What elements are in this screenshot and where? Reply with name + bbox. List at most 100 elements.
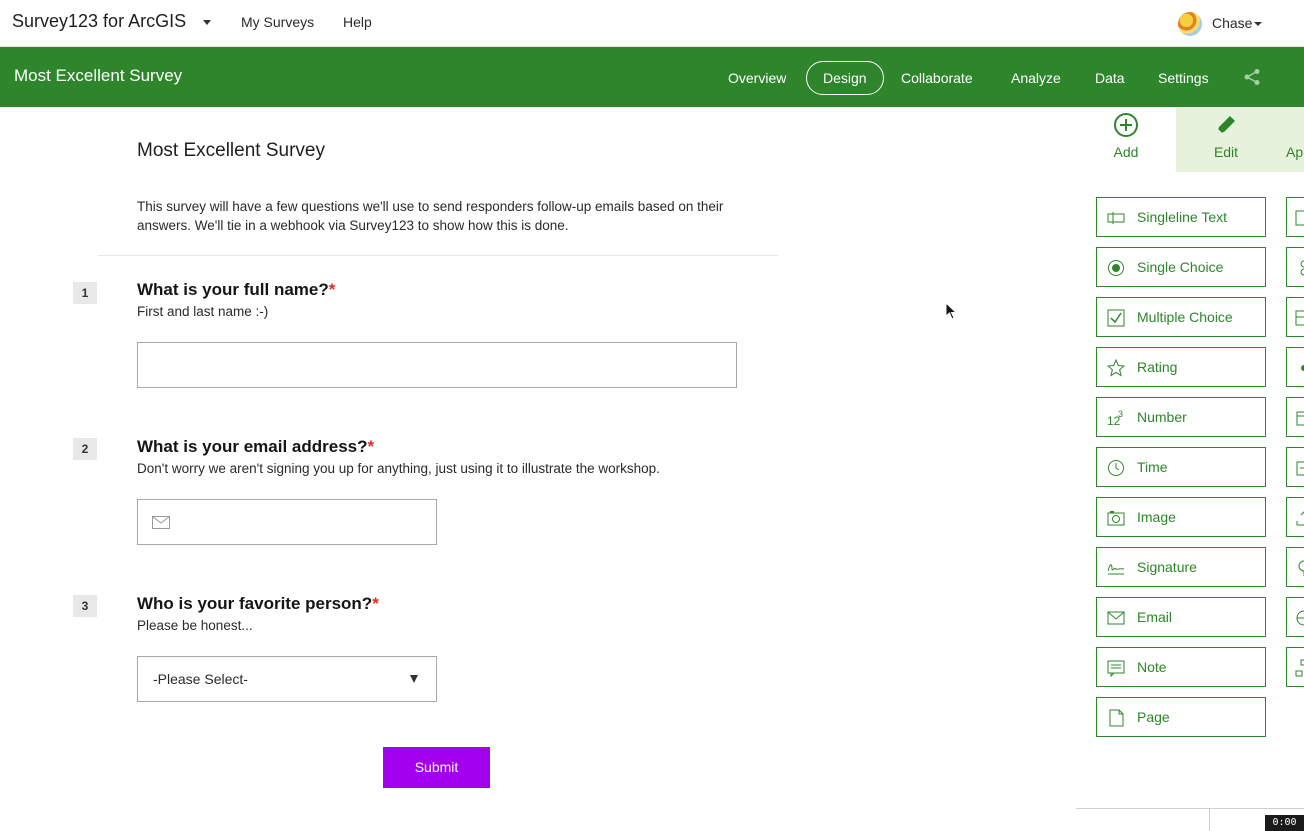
help-link[interactable]: Help	[343, 14, 372, 30]
tab-appearance[interactable]: Ap	[1286, 144, 1303, 160]
divider	[98, 255, 778, 256]
qtype-extra-5[interactable]	[1286, 397, 1304, 437]
tab-add-label: Add	[1113, 144, 1139, 160]
dropdown-arrow-icon	[410, 675, 418, 683]
qtype-extra-9[interactable]	[1286, 597, 1304, 637]
qtype-label: Single Choice	[1137, 259, 1224, 275]
qtype-label: Singleline Text	[1137, 209, 1228, 225]
svg-text:3: 3	[1118, 409, 1123, 419]
multiline-text-icon	[1295, 210, 1304, 226]
tab-edit[interactable]: Edit	[1206, 112, 1246, 160]
qtype-page[interactable]: Page	[1096, 697, 1266, 737]
qtype-singleline-text[interactable]: Singleline Text	[1096, 197, 1266, 237]
checkbox-icon	[1107, 309, 1125, 327]
tab-overview[interactable]: Overview	[728, 70, 786, 86]
tab-edit-label: Edit	[1213, 144, 1239, 160]
datetime-icon	[1296, 461, 1304, 476]
qtype-note[interactable]: Note	[1096, 647, 1266, 687]
qtype-number[interactable]: 12 3 Number	[1096, 397, 1266, 437]
required-marker: *	[328, 280, 336, 299]
qtype-label: Page	[1137, 709, 1170, 725]
qtype-signature[interactable]: Signature	[1096, 547, 1266, 587]
signature-icon	[1107, 564, 1125, 575]
user-menu-caret-icon[interactable]	[1254, 22, 1262, 26]
user-name[interactable]: Chase	[1212, 15, 1252, 31]
qtype-label: Rating	[1137, 359, 1178, 375]
question-title-text: What is your full name?	[137, 280, 329, 299]
camera-icon	[1107, 511, 1125, 526]
tab-data[interactable]: Data	[1095, 70, 1125, 86]
add-circle-icon	[1114, 113, 1138, 137]
required-marker: *	[367, 437, 375, 456]
qtype-extra-2[interactable]	[1286, 247, 1304, 287]
qtype-label: Note	[1137, 659, 1167, 675]
choice-grid-icon	[1300, 260, 1304, 276]
qtype-time[interactable]: Time	[1096, 447, 1266, 487]
qtype-extra-1[interactable]	[1286, 197, 1304, 237]
question-hint: First and last name :-)	[137, 304, 269, 319]
question-title-text: Who is your favorite person?	[137, 594, 373, 613]
question-title-text: What is your email address?	[137, 437, 368, 456]
qtype-single-choice[interactable]: Single Choice	[1096, 247, 1266, 287]
survey-title: Most Excellent Survey	[14, 66, 183, 85]
pencil-icon	[1217, 116, 1235, 134]
avatar[interactable]	[1178, 12, 1202, 36]
date-icon	[1296, 411, 1304, 426]
tab-add[interactable]: Add	[1106, 112, 1146, 160]
number-icon: 123	[1107, 409, 1123, 427]
email-input[interactable]	[137, 499, 437, 545]
form-description: This survey will have a few questions we…	[137, 199, 724, 233]
question-title: Who is your favorite person?*	[137, 594, 379, 614]
question-number: 2	[73, 438, 97, 460]
qtype-extra-7[interactable]	[1286, 497, 1304, 537]
question-title: What is your full name?*	[137, 280, 335, 300]
question-number: 1	[73, 282, 97, 304]
qtype-label: Email	[1137, 609, 1173, 625]
qtype-label: Image	[1137, 509, 1176, 525]
qtype-extra-3[interactable]	[1286, 297, 1304, 337]
required-marker: *	[372, 594, 379, 613]
app-menu-caret-icon[interactable]	[203, 20, 211, 25]
mouse-cursor-icon	[945, 302, 957, 320]
tab-collaborate[interactable]: Collaborate	[901, 70, 973, 86]
question-title: What is your email address?*	[137, 437, 374, 457]
qtype-extra-10[interactable]	[1286, 647, 1304, 687]
qtype-extra-8[interactable]	[1286, 547, 1304, 587]
qtype-label: Signature	[1137, 559, 1197, 575]
question-hint: Please be honest...	[137, 618, 253, 633]
qtype-label: Multiple Choice	[1137, 309, 1233, 325]
clock-icon	[1108, 460, 1124, 476]
likert-icon	[1301, 365, 1304, 371]
survey-header: Most Excellent Survey Overview Design Co…	[0, 47, 1304, 107]
qtype-extra-4[interactable]	[1286, 347, 1304, 387]
qtype-label: Time	[1137, 459, 1168, 475]
question-hint: Don't worry we aren't signing you up for…	[137, 461, 660, 476]
submit-button[interactable]: Submit	[383, 747, 490, 788]
favorite-person-select[interactable]: -Please Select-	[137, 656, 437, 702]
singleline-text-icon	[1107, 212, 1125, 224]
file-upload-icon	[1296, 511, 1304, 526]
qtype-email[interactable]: Email	[1096, 597, 1266, 637]
my-surveys-link[interactable]: My Surveys	[241, 14, 314, 30]
share-icon[interactable]	[1243, 68, 1261, 86]
qtype-rating[interactable]: Rating	[1096, 347, 1266, 387]
form-title: Most Excellent Survey	[137, 140, 325, 161]
panel-footer-separator	[1209, 808, 1210, 831]
tab-settings[interactable]: Settings	[1158, 70, 1209, 86]
panel-footer-divider	[1076, 808, 1304, 809]
hierarchy-icon	[1295, 659, 1304, 677]
map-pin-icon	[1298, 560, 1304, 576]
full-name-input[interactable]	[137, 342, 737, 388]
tab-analyze[interactable]: Analyze	[1011, 70, 1061, 86]
qtype-label: Number	[1137, 409, 1187, 425]
question-number: 3	[73, 595, 97, 617]
qtype-extra-6[interactable]	[1286, 447, 1304, 487]
dropdown-icon	[1295, 310, 1304, 326]
qtype-image[interactable]: Image	[1096, 497, 1266, 537]
recording-timer: 0:00	[1265, 815, 1304, 831]
qtype-multiple-choice[interactable]: Multiple Choice	[1096, 297, 1266, 337]
tab-design[interactable]: Design	[806, 61, 884, 95]
app-title[interactable]: Survey123 for ArcGIS	[12, 11, 186, 32]
select-value: -Please Select-	[153, 671, 248, 687]
star-icon	[1107, 359, 1125, 377]
